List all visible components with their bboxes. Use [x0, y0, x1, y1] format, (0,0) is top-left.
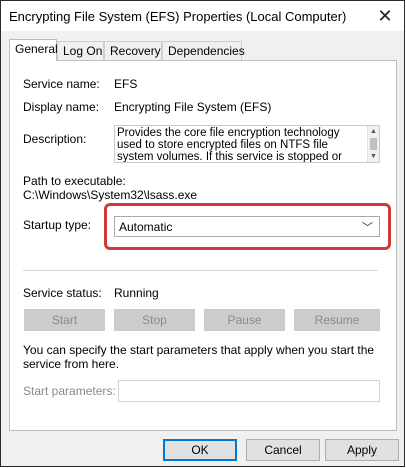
resume-button[interactable]: Resume: [294, 309, 380, 331]
ok-button[interactable]: OK: [163, 439, 237, 461]
description-box[interactable]: Provides the core file encryption techno…: [114, 125, 380, 163]
general-tab-panel: Service name: EFS Display name: Encrypti…: [9, 60, 397, 431]
description-scrollbar[interactable]: ▲ ▼: [367, 126, 379, 162]
display-name-value: Encrypting File System (EFS): [114, 100, 272, 114]
pause-button[interactable]: Pause: [204, 309, 285, 331]
description-label: Description:: [23, 132, 87, 146]
stop-button[interactable]: Stop: [114, 309, 195, 331]
service-name-label: Service name:: [23, 77, 100, 91]
highlight-box: [104, 203, 391, 250]
tab-recovery[interactable]: Recovery: [104, 41, 162, 60]
scroll-thumb[interactable]: [370, 138, 377, 150]
start-params-label: Start parameters:: [23, 384, 116, 398]
apply-button[interactable]: Apply: [325, 439, 399, 461]
path-value: C:\Windows\System32\lsass.exe: [23, 188, 198, 202]
service-status-value: Running: [114, 286, 159, 300]
start-button[interactable]: Start: [24, 309, 105, 331]
path-label: Path to executable:: [23, 174, 126, 188]
cancel-button[interactable]: Cancel: [246, 439, 320, 461]
scroll-down-icon[interactable]: ▼: [368, 151, 379, 162]
display-name-label: Display name:: [23, 100, 100, 114]
title-bar: Encrypting File System (EFS) Properties …: [1, 1, 404, 31]
service-status-label: Service status:: [23, 286, 102, 300]
scroll-up-icon[interactable]: ▲: [368, 126, 379, 137]
service-name-value: EFS: [114, 77, 138, 91]
properties-dialog: Encrypting File System (EFS) Properties …: [0, 0, 405, 467]
start-params-info: You can specify the start parameters tha…: [23, 343, 375, 371]
close-icon[interactable]: ✕: [372, 3, 398, 29]
tab-log-on[interactable]: Log On: [57, 41, 104, 60]
window-title: Encrypting File System (EFS) Properties …: [9, 9, 347, 24]
description-text: Provides the core file encryption techno…: [117, 127, 342, 163]
start-params-input[interactable]: [118, 380, 380, 402]
startup-type-label: Startup type:: [23, 218, 92, 232]
tab-general[interactable]: General: [9, 39, 58, 61]
divider: [23, 270, 378, 271]
tab-dependencies[interactable]: Dependencies: [162, 41, 245, 60]
